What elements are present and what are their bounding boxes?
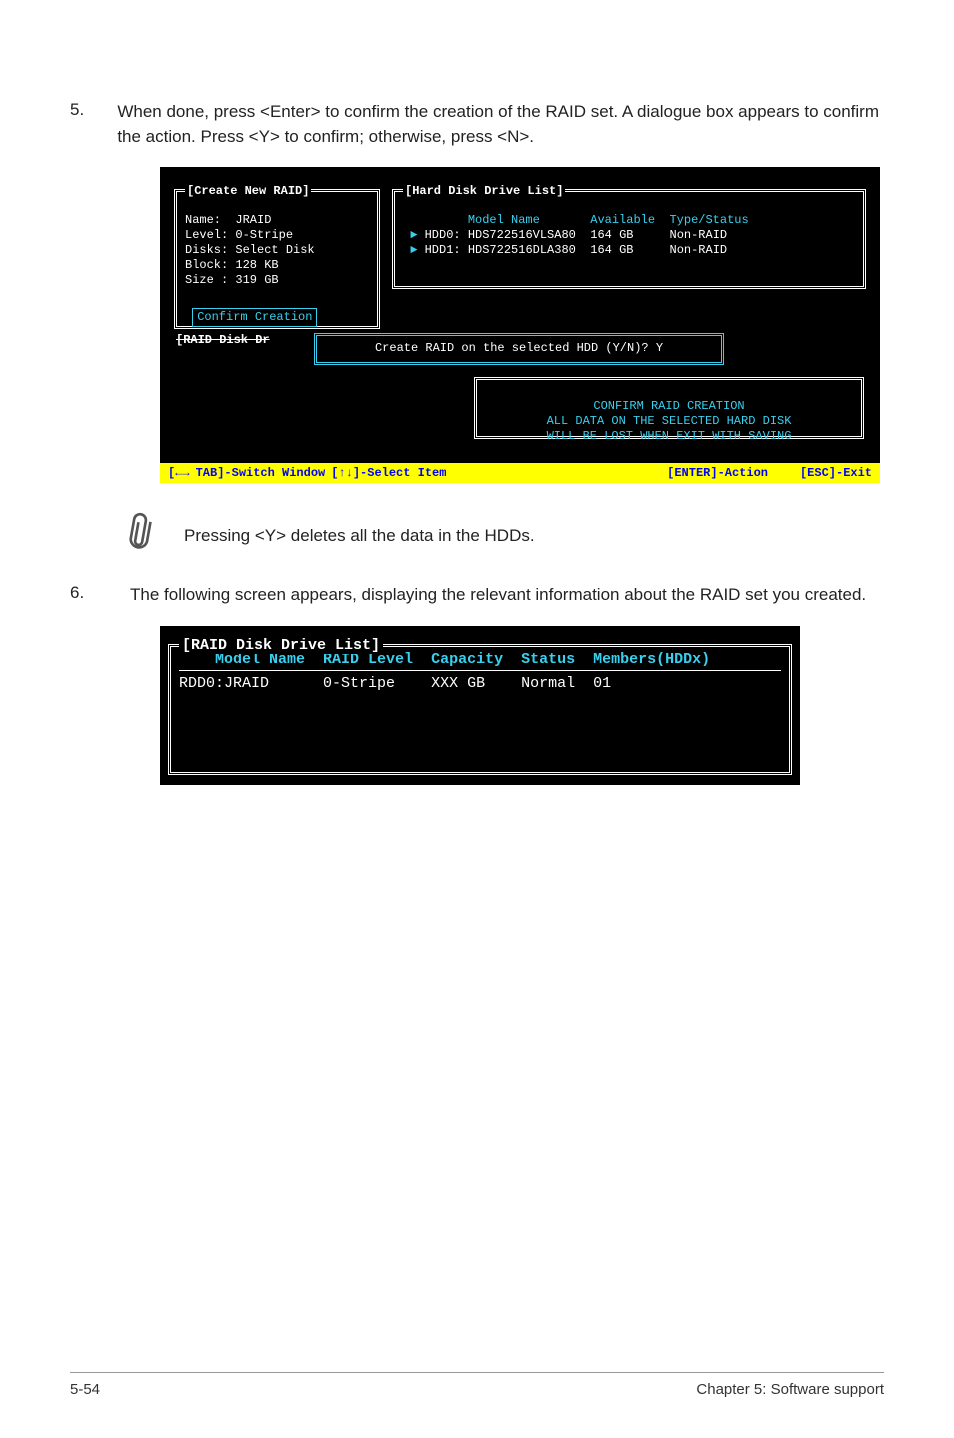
- hint-bar: [←→ TAB]-Switch Window [↑↓]-Select Item …: [160, 463, 880, 483]
- hint-esc: [ESC]-Exit: [800, 466, 872, 480]
- raid-disk-title-struck: [RAID Disk Dr: [174, 333, 272, 347]
- r2-dev: HDD1:: [425, 243, 461, 257]
- raid-disk-drive-list-title: [RAID Disk Drive List]: [179, 637, 383, 654]
- create-disks: Disks: Select Disk: [185, 243, 315, 257]
- hint-updown: [↑↓]-Select Item: [331, 466, 446, 480]
- note-box: Pressing <Y> deletes all the data in the…: [122, 511, 884, 561]
- confirm-raid-dialog[interactable]: Create RAID on the selected HDD (Y/N)? Y: [314, 333, 724, 365]
- r1-model: HDS722516VLSA80: [468, 228, 576, 242]
- hint-arrows-icon: [←→: [168, 466, 190, 480]
- hdr-avail: Available: [590, 213, 655, 227]
- row-mem: 01: [593, 675, 611, 692]
- r2-model: HDS722516DLA380: [468, 243, 576, 257]
- hint-tab: TAB]-Switch Window: [196, 466, 326, 480]
- warn-l3: WILL BE LOST WHEN EXIT WITH SAVING: [547, 429, 792, 443]
- r1-avail: 164 GB: [590, 228, 633, 242]
- hdr2-cap: Capacity: [431, 651, 503, 668]
- bios-screenshot-2: [RAID Disk Drive List] Model Name RAID L…: [160, 626, 800, 785]
- paperclip-icon: [111, 504, 172, 568]
- hdr-model: Model Name: [468, 213, 540, 227]
- create-block: Block: 128 KB: [185, 258, 279, 272]
- hdr2-stat: Status: [521, 651, 575, 668]
- confirm-raid-dialog-text: Create RAID on the selected HDD (Y/N)? Y: [317, 336, 721, 362]
- row-cap: XXX GB: [431, 675, 485, 692]
- hard-disk-drive-list-title: [Hard Disk Drive List]: [403, 184, 565, 198]
- step-6: 6. The following screen appears, display…: [70, 583, 884, 608]
- warn-l1: CONFIRM RAID CREATION: [593, 399, 744, 413]
- note-text: Pressing <Y> deletes all the data in the…: [184, 526, 535, 546]
- footer-page-number: 5-54: [70, 1381, 100, 1398]
- step-5-text: When done, press <Enter> to confirm the …: [117, 100, 884, 149]
- hint-enter: [ENTER]-Action: [667, 466, 768, 480]
- bios-screenshot-1: [Create New RAID] Name: JRAID Level: 0-S…: [160, 167, 880, 483]
- hard-disk-drive-list-panel: [Hard Disk Drive List] Model Name Availa…: [392, 189, 866, 289]
- footer-chapter: Chapter 5: Software support: [696, 1381, 884, 1398]
- row-stat: Normal: [521, 675, 575, 692]
- step-6-number: 6.: [70, 583, 106, 608]
- page-footer: 5-54 Chapter 5: Software support: [70, 1372, 884, 1398]
- r2-type: Non-RAID: [670, 243, 728, 257]
- warning-panel: CONFIRM RAID CREATION ALL DATA ON THE SE…: [474, 377, 864, 439]
- create-name: Name: JRAID: [185, 213, 271, 227]
- arrow-icon: ►: [410, 228, 417, 242]
- create-size: Size : 319 GB: [185, 273, 279, 287]
- confirm-creation-button[interactable]: Confirm Creation: [192, 308, 317, 327]
- step-5: 5. When done, press <Enter> to confirm t…: [70, 100, 884, 149]
- create-new-raid-title: [Create New RAID]: [185, 184, 311, 198]
- r1-dev: HDD0:: [425, 228, 461, 242]
- r2-avail: 164 GB: [590, 243, 633, 257]
- create-level: Level: 0-Stripe: [185, 228, 293, 242]
- create-new-raid-panel: [Create New RAID] Name: JRAID Level: 0-S…: [174, 189, 380, 329]
- step-5-number: 5.: [70, 100, 93, 149]
- raid-disk-drive-list-panel: [RAID Disk Drive List] Model Name RAID L…: [168, 644, 792, 775]
- step-6-text: The following screen appears, displaying…: [130, 583, 866, 608]
- r1-type: Non-RAID: [670, 228, 728, 242]
- hdr2-mem: Members(HDDx): [593, 651, 710, 668]
- raid-disk-panel-truncated: [RAID Disk Dr: [174, 333, 304, 349]
- row-level: 0-Stripe: [323, 675, 395, 692]
- hdr-type: Type/Status: [669, 213, 748, 227]
- rule: [179, 670, 781, 671]
- row-model: RDD0:JRAID: [179, 675, 269, 692]
- arrow-icon: ►: [410, 243, 417, 257]
- warn-l2: ALL DATA ON THE SELECTED HARD DISK: [547, 414, 792, 428]
